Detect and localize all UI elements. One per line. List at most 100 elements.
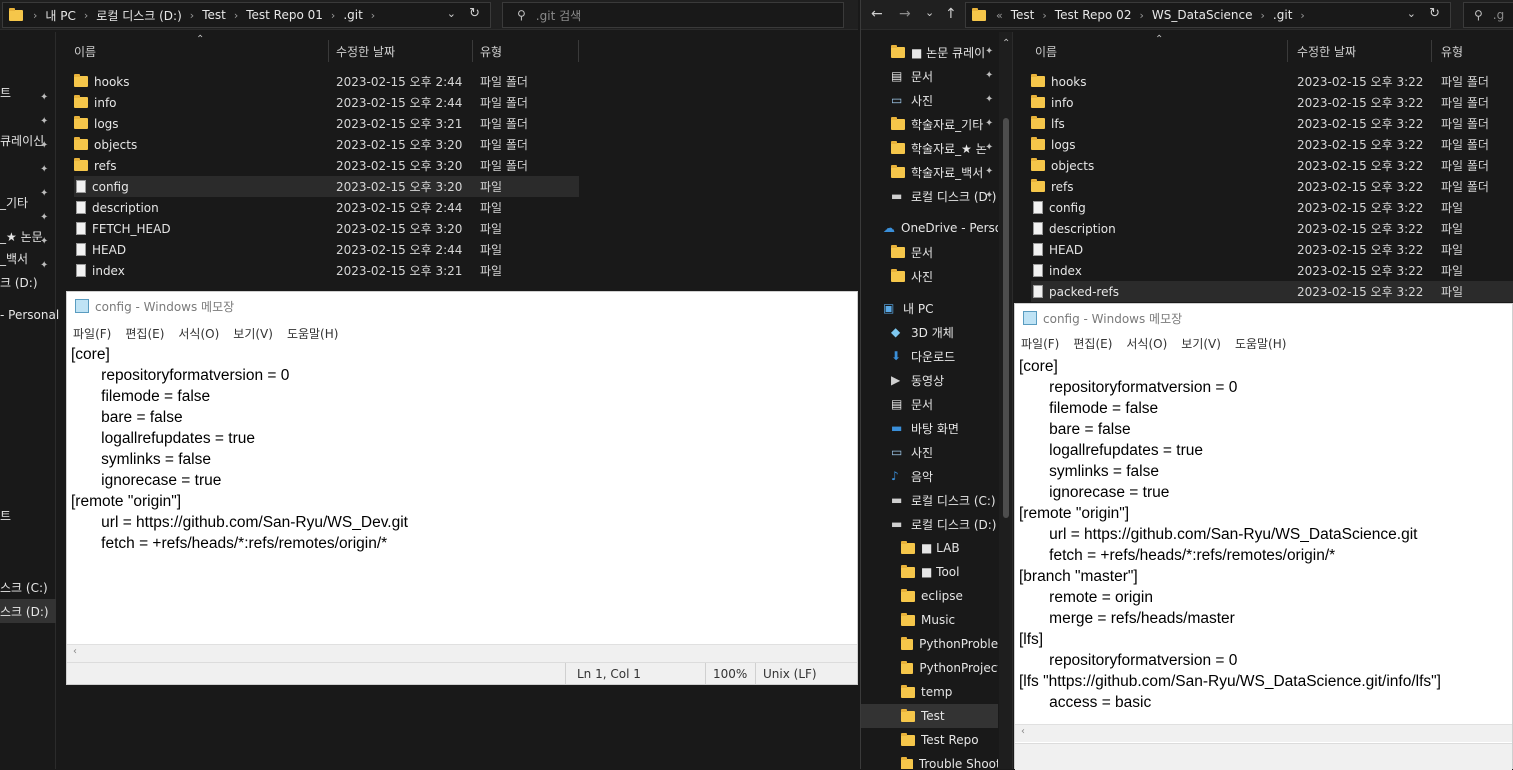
nav-item[interactable]: ◆ 3D 개체 xyxy=(861,320,998,344)
nav-item[interactable]: 트 xyxy=(0,503,11,527)
nav-item[interactable]: temp xyxy=(861,680,998,704)
file-row[interactable]: index 2023-02-15 오후 3:21 파일 xyxy=(74,260,579,281)
nav-item[interactable]: 크 (D:) xyxy=(0,270,38,294)
file-row[interactable]: hooks 2023-02-15 오후 3:22 파일 폴더 xyxy=(1031,71,1513,92)
up-arrow-icon[interactable]: ↑ xyxy=(945,6,957,22)
file-row[interactable]: packed-refs 2023-02-15 오후 3:22 파일 xyxy=(1031,281,1513,302)
nav-item[interactable]: ▭ 사진 xyxy=(861,440,998,464)
pin-icon[interactable]: ✦ xyxy=(40,188,48,199)
pin-icon[interactable]: ✦ xyxy=(985,118,993,129)
nav-item[interactable]: eclipse xyxy=(861,584,998,608)
column-name-header[interactable]: 이름 xyxy=(74,40,96,62)
nav-item[interactable]: ▬ 로컬 디스크 (D:) ✦ xyxy=(861,184,998,208)
nav-item[interactable]: 큐레이신 xyxy=(0,128,44,152)
nav-item[interactable]: Test xyxy=(861,704,998,728)
nav-item[interactable]: _★ 논문 xyxy=(0,224,43,248)
nav-item[interactable]: ▬ 로컬 디스크 (C:) xyxy=(861,488,998,512)
file-row[interactable]: refs 2023-02-15 오후 3:20 파일 폴더 xyxy=(74,155,579,176)
nav-item[interactable]: 학술자료_기타 ✦ xyxy=(861,112,998,136)
menu-item[interactable]: 보기(V) xyxy=(1181,335,1221,352)
nav-item[interactable]: ■ 논문 큐레이 ✦ xyxy=(861,40,998,64)
pin-icon[interactable]: ✦ xyxy=(985,70,993,81)
scroll-left-icon[interactable]: ‹ xyxy=(73,646,77,657)
recent-chevron-icon[interactable]: ⌄ xyxy=(925,6,934,19)
breadcrumb-item[interactable]: .git xyxy=(1269,8,1296,22)
file-row[interactable]: lfs 2023-02-15 오후 3:22 파일 폴더 xyxy=(1031,113,1513,134)
nav-item[interactable]: _백서 xyxy=(0,246,28,270)
pin-icon[interactable]: ✦ xyxy=(40,116,48,127)
column-divider[interactable] xyxy=(1287,40,1288,62)
right-search-box[interactable]: ⚲ .g xyxy=(1463,2,1513,28)
right-address-bar[interactable]: « Test › Test Repo 02 › WS_DataScience › .git ›… xyxy=(965,2,1451,28)
nav-item[interactable]: ▣ 내 PC xyxy=(861,296,998,320)
menu-item[interactable]: 보기(V) xyxy=(233,325,273,342)
nav-item[interactable]: - Personal xyxy=(0,303,59,327)
chevron-down-icon[interactable]: ⌄ xyxy=(1407,7,1416,20)
column-divider[interactable] xyxy=(472,40,473,62)
breadcrumb-item[interactable]: 내 PC xyxy=(41,7,79,24)
breadcrumb-item[interactable]: Test xyxy=(1007,8,1039,22)
left-notepad-hscrollbar[interactable]: ‹ xyxy=(67,644,857,662)
column-divider[interactable] xyxy=(328,40,329,62)
pin-icon[interactable]: ✦ xyxy=(40,212,48,223)
file-row[interactable]: info 2023-02-15 오후 2:44 파일 폴더 xyxy=(74,92,579,113)
menu-item[interactable]: 편집(E) xyxy=(125,325,164,342)
nav-item[interactable]: PythonProjects xyxy=(861,656,998,680)
scroll-up-icon[interactable]: ⌃ xyxy=(1002,38,1010,49)
nav-item[interactable]: 트 xyxy=(0,80,11,104)
pin-icon[interactable]: ✦ xyxy=(40,92,48,103)
column-name-header[interactable]: 이름 xyxy=(1035,40,1057,62)
menu-item[interactable]: 서식(O) xyxy=(178,325,219,342)
file-row[interactable]: HEAD 2023-02-15 오후 3:22 파일 xyxy=(1031,239,1513,260)
breadcrumb-item[interactable]: Test xyxy=(198,8,230,22)
overflow-chevron-icon[interactable]: « xyxy=(992,9,1007,22)
column-type-header[interactable]: 유형 xyxy=(1441,40,1463,62)
nav-item[interactable]: ▬ 로컬 디스크 (D:) xyxy=(861,512,998,536)
nav-item[interactable]: ♪ 음악 xyxy=(861,464,998,488)
file-row[interactable]: logs 2023-02-15 오후 3:21 파일 폴더 xyxy=(74,113,579,134)
nav-item[interactable]: _기타 xyxy=(0,190,28,214)
nav-item[interactable]: PythonProblem xyxy=(861,632,998,656)
left-search-box[interactable]: ⚲ .git 검색 xyxy=(502,2,844,28)
pin-icon[interactable]: ✦ xyxy=(40,260,48,271)
file-row[interactable]: objects 2023-02-15 오후 3:22 파일 폴더 xyxy=(1031,155,1513,176)
file-row[interactable]: config 2023-02-15 오후 3:20 파일 xyxy=(74,176,579,197)
column-type-header[interactable]: 유형 xyxy=(480,40,502,62)
nav-item[interactable]: Music xyxy=(861,608,998,632)
nav-item[interactable]: ☁ OneDrive - Personal xyxy=(861,216,998,240)
scroll-left-icon[interactable]: ‹ xyxy=(1021,726,1025,737)
menu-item[interactable]: 도움말(H) xyxy=(1235,335,1287,352)
nav-item[interactable]: ▶ 동영상 xyxy=(861,368,998,392)
breadcrumb-item[interactable]: .git xyxy=(339,8,366,22)
refresh-icon[interactable]: ↻ xyxy=(1429,6,1440,21)
menu-item[interactable]: 파일(F) xyxy=(73,325,111,342)
file-row[interactable]: info 2023-02-15 오후 3:22 파일 폴더 xyxy=(1031,92,1513,113)
right-notepad-hscrollbar[interactable]: ‹ xyxy=(1015,724,1512,742)
column-date-header[interactable]: 수정한 날짜 xyxy=(1297,40,1356,62)
nav-item[interactable]: 학술자료_백서 ✦ xyxy=(861,160,998,184)
nav-item[interactable]: Trouble Shooter xyxy=(861,752,998,769)
nav-item[interactable]: ■ Tool xyxy=(861,560,998,584)
column-divider[interactable] xyxy=(578,40,579,62)
forward-arrow-icon[interactable]: → xyxy=(899,6,911,22)
menu-item[interactable]: 서식(O) xyxy=(1126,335,1167,352)
pin-icon[interactable]: ✦ xyxy=(985,166,993,177)
file-row[interactable]: HEAD 2023-02-15 오후 2:44 파일 xyxy=(74,239,579,260)
nav-item[interactable]: 학술자료_★ 논 ✦ xyxy=(861,136,998,160)
file-row[interactable]: config 2023-02-15 오후 3:22 파일 xyxy=(1031,197,1513,218)
file-row[interactable]: FETCH_HEAD 2023-02-15 오후 3:20 파일 xyxy=(74,218,579,239)
column-divider[interactable] xyxy=(1431,40,1432,62)
nav-item[interactable]: 사진 xyxy=(861,264,998,288)
menu-item[interactable]: 편집(E) xyxy=(1073,335,1112,352)
back-arrow-icon[interactable]: ← xyxy=(871,6,883,22)
nav-item[interactable]: ▭ 사진 ✦ xyxy=(861,88,998,112)
nav-scrollbar[interactable]: ⌃ xyxy=(999,32,1012,769)
pin-icon[interactable]: ✦ xyxy=(985,94,993,105)
nav-item[interactable]: 스크 (D:) xyxy=(0,599,56,623)
pin-icon[interactable]: ✦ xyxy=(985,46,993,57)
breadcrumb-item[interactable]: 로컬 디스크 (D:) xyxy=(92,7,185,24)
right-notepad-text-area[interactable]: [core] repositoryformatversion = 0 filem… xyxy=(1019,356,1508,713)
nav-item[interactable]: ⬇ 다운로드 xyxy=(861,344,998,368)
left-notepad-titlebar[interactable]: config - Windows 메모장 xyxy=(67,292,857,320)
nav-item[interactable]: ▤ 문서 ✦ xyxy=(861,64,998,88)
